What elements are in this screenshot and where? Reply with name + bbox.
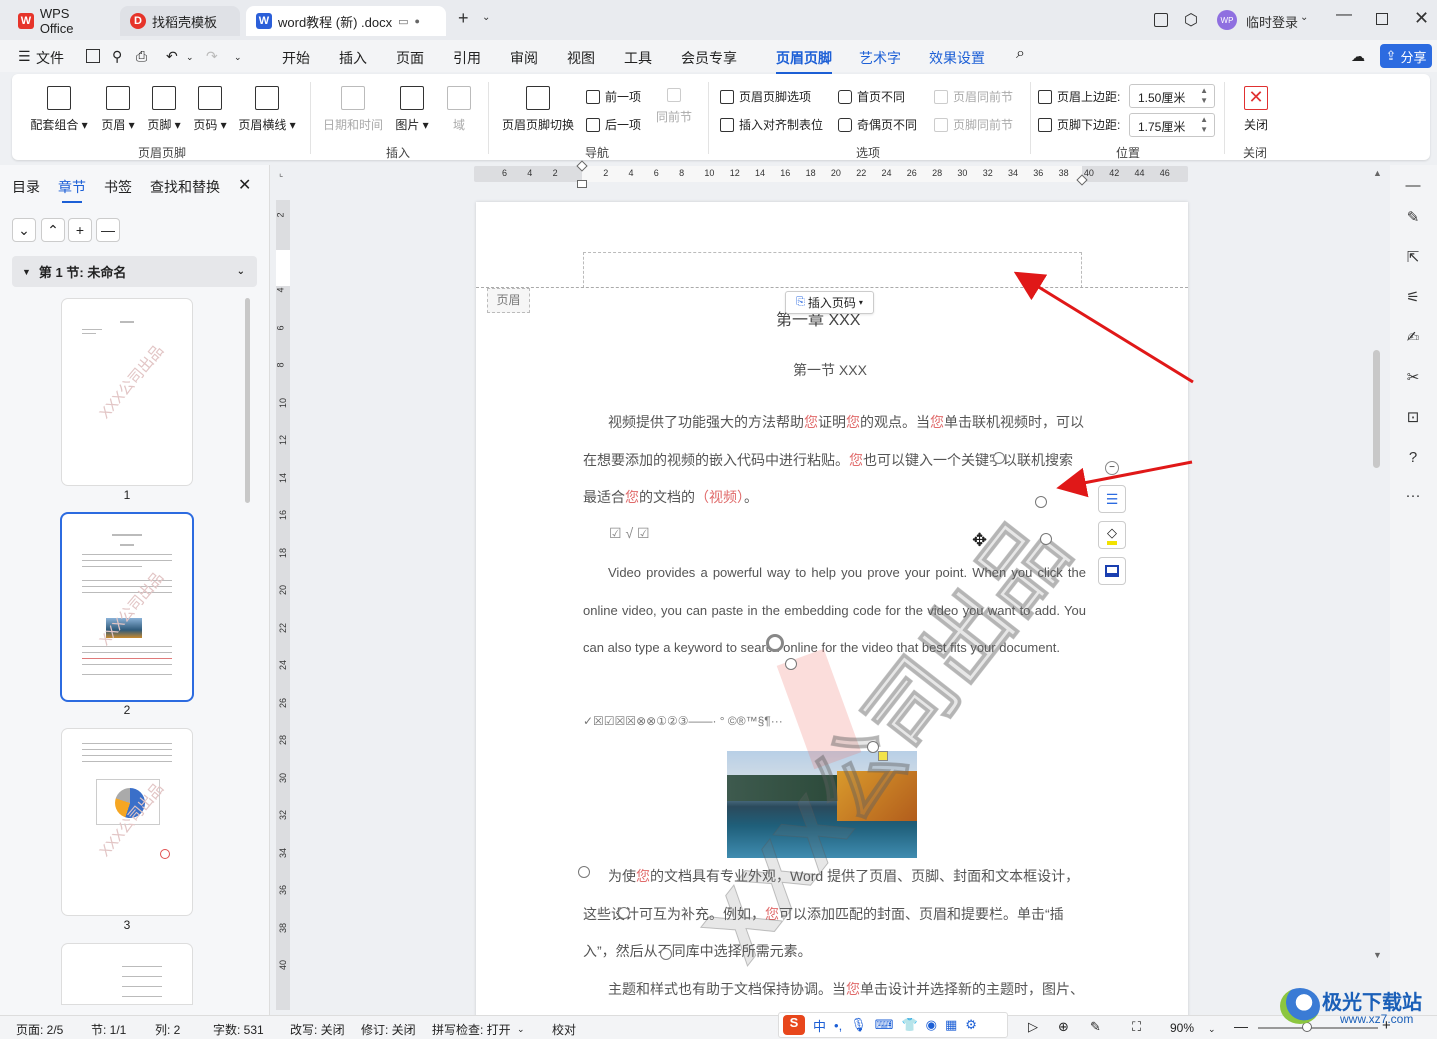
document-scrollbar[interactable] <box>1373 350 1380 468</box>
grid-icon: ▦ <box>945 1017 958 1032</box>
sliders-icon[interactable]: ⚟ <box>1404 289 1422 307</box>
help-icon[interactable]: ? <box>1404 449 1422 467</box>
reader-icon[interactable]: ⊡ <box>1404 409 1422 427</box>
zoom-out-icon[interactable]: — <box>1234 1018 1248 1034</box>
status-spell-check[interactable]: 拼写检查: 打开 <box>432 1021 511 1038</box>
status-overwrite[interactable]: 改写: 关闭 <box>290 1021 345 1038</box>
select-cursor-icon[interactable]: ⇱ <box>1404 249 1422 267</box>
ime-toolbar[interactable]: S 中 •, 🎙 ⌨ 👕 ◉ ▦ ⚙ <box>778 1012 1008 1038</box>
site-url: www.xz7.com <box>1340 1012 1414 1026</box>
red-arrow <box>1013 271 1194 384</box>
chevron-down-icon[interactable]: ⌄ <box>1208 1024 1216 1035</box>
more-icon[interactable]: ··· <box>1404 487 1422 505</box>
punctuation-icon: •, <box>834 1017 843 1033</box>
collapse-icon[interactable]: — <box>1404 177 1422 195</box>
settings-icon: ⚙ <box>965 1017 977 1032</box>
annotation-arrows <box>1013 271 1194 498</box>
skin-icon: 👕 <box>901 1017 918 1032</box>
status-bar: 页面: 2/5 节: 1/1 列: 2 字数: 531 改写: 关闭 修订: 关… <box>0 1012 1437 1039</box>
tools-icon[interactable]: ✂ <box>1404 369 1422 387</box>
sogou-logo-icon: S <box>783 1015 805 1035</box>
scroll-up-icon[interactable]: ▲ <box>1373 168 1382 178</box>
ai-writing-icon[interactable]: ✍ <box>1404 329 1422 347</box>
status-page[interactable]: 页面: 2/5 <box>16 1021 63 1038</box>
status-proofread[interactable]: 校对 <box>552 1021 576 1038</box>
fit-page-icon[interactable]: ⛶ <box>1132 1019 1141 1035</box>
chevron-down-icon[interactable]: ⌄ <box>517 1024 525 1035</box>
status-word-count[interactable]: 字数: 531 <box>213 1021 264 1038</box>
status-column: 列: 2 <box>155 1023 181 1037</box>
red-arrow <box>1056 460 1193 498</box>
site-logo-icon <box>1280 988 1320 1024</box>
game-icon: ◉ <box>925 1017 937 1032</box>
play-icon[interactable]: ▷ <box>1028 1019 1038 1035</box>
status-section[interactable]: 节: 1/1 <box>91 1021 126 1038</box>
pen-tool-icon[interactable]: ✎ <box>1090 1019 1101 1035</box>
site-name: 极光下载站 <box>1322 992 1422 1014</box>
pen-icon[interactable]: ✎ <box>1404 209 1422 227</box>
zoom-level[interactable]: 90% <box>1170 1021 1194 1035</box>
scroll-down-icon[interactable]: ▼ <box>1373 950 1382 960</box>
status-track-changes[interactable]: 修订: 关闭 <box>361 1021 416 1038</box>
globe-icon[interactable]: ⊕ <box>1058 1019 1069 1035</box>
site-watermark: 极光下载站 www.xz7.com <box>1280 984 1430 1030</box>
right-toolbar: — ✎ ⇱ ⚟ ✍ ✂ ⊡ ? ··· <box>1390 165 1437 1015</box>
mic-icon: 🎙 <box>850 1017 867 1032</box>
keyboard-icon: ⌨ <box>874 1017 894 1032</box>
